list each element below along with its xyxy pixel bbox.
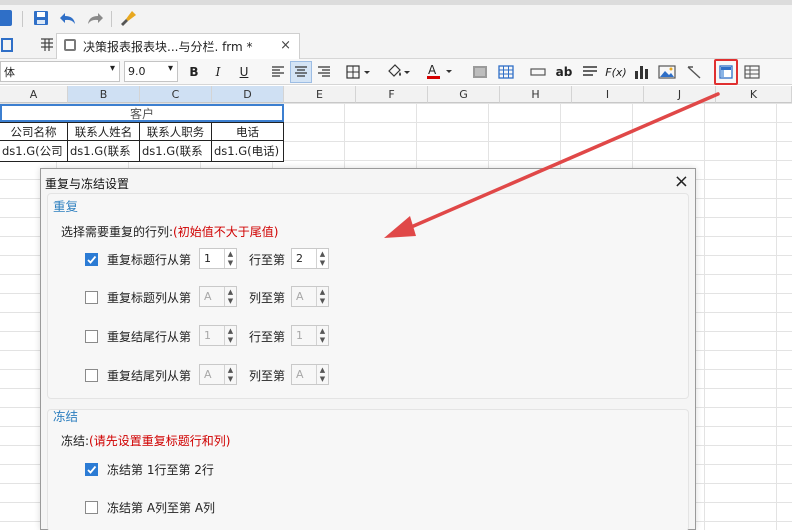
- arrow-shaft: [400, 92, 720, 233]
- arrow-head: [384, 216, 416, 238]
- annotation-arrow: [384, 92, 720, 238]
